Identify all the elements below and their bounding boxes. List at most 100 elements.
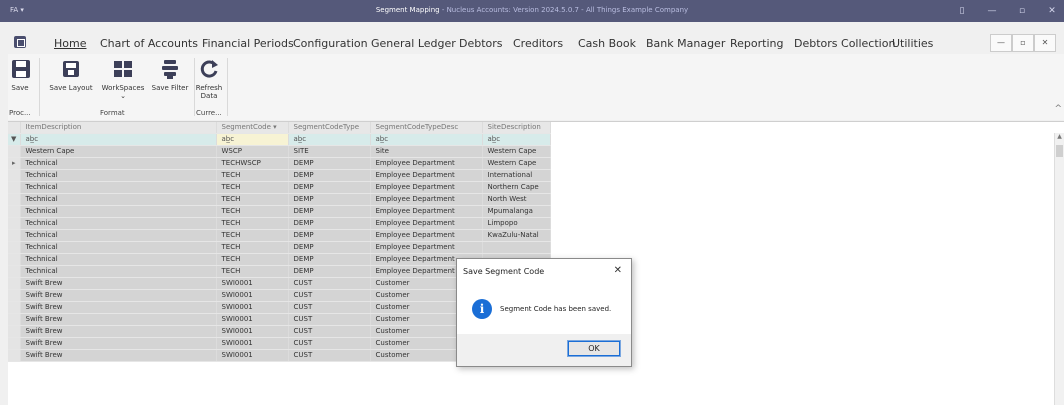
- cell-sitedescription[interactable]: Northern Cape: [482, 181, 551, 194]
- cell-sitedescription[interactable]: North West: [482, 193, 551, 206]
- cell-segmentcode[interactable]: TECH: [216, 169, 289, 182]
- menu-utilities[interactable]: Utilities: [892, 37, 933, 50]
- cell-segmentcodetypedesc[interactable]: Employee Department: [370, 169, 483, 182]
- cell-segmentcodetype[interactable]: DEMP: [288, 229, 371, 242]
- table-row[interactable]: Technical TECH DEMP Employee Department Inte…: [8, 169, 551, 182]
- table-row[interactable]: Technical TECH DEMP Employee Department Mpum…: [8, 205, 551, 218]
- table-row[interactable]: Technical TECH DEMP Employee Department Nort…: [8, 181, 551, 194]
- cell-segmentcode[interactable]: SWI0001: [216, 277, 289, 290]
- column-header-sitedescription[interactable]: SiteDescription: [482, 122, 551, 134]
- cell-segmentcodetype[interactable]: DEMP: [288, 169, 371, 182]
- row-indicator[interactable]: [8, 241, 21, 254]
- cell-itemdescription[interactable]: Swift Brew: [20, 349, 217, 362]
- cell-segmentcodetypedesc[interactable]: Employee Department: [370, 229, 483, 242]
- save-button[interactable]: Save: [10, 58, 30, 92]
- menu-debtors[interactable]: Debtors: [459, 37, 503, 50]
- row-indicator[interactable]: [8, 325, 21, 338]
- cell-segmentcodetypedesc[interactable]: Employee Department: [370, 241, 483, 254]
- menu-creditors[interactable]: Creditors: [513, 37, 563, 50]
- cell-itemdescription[interactable]: Technical: [20, 205, 217, 218]
- workspaces-button[interactable]: WorkSpaces ⌄: [99, 58, 147, 100]
- cell-segmentcodetypedesc[interactable]: Employee Department: [370, 193, 483, 206]
- menu-bank-manager[interactable]: Bank Manager: [646, 37, 725, 50]
- cell-segmentcode[interactable]: TECH: [216, 217, 289, 230]
- menu-home[interactable]: Home: [54, 37, 86, 50]
- filter-icon[interactable]: ▼: [8, 133, 21, 146]
- cell-segmentcodetype[interactable]: CUST: [288, 277, 371, 290]
- table-row[interactable]: Western Cape WSCP SITE Site Western Cape: [8, 145, 551, 158]
- document-minimize-button[interactable]: —: [990, 34, 1012, 52]
- menu-general-ledger[interactable]: General Ledger: [371, 37, 456, 50]
- row-indicator[interactable]: [8, 169, 21, 182]
- table-row[interactable]: ▸ Technical TECHWSCP DEMP Employee Departmen…: [8, 157, 551, 170]
- column-header-segmentcodetypedesc[interactable]: SegmentCodeTypeDesc: [370, 122, 483, 134]
- cell-segmentcodetypedesc[interactable]: Employee Department: [370, 157, 483, 170]
- cell-segmentcode[interactable]: SWI0001: [216, 325, 289, 338]
- cell-segmentcode[interactable]: WSCP: [216, 145, 289, 158]
- cell-sitedescription[interactable]: Western Cape: [482, 157, 551, 170]
- row-indicator[interactable]: [8, 217, 21, 230]
- window-extra-button[interactable]: ▯: [954, 3, 970, 19]
- cell-segmentcodetype[interactable]: DEMP: [288, 181, 371, 194]
- cell-itemdescription[interactable]: Swift Brew: [20, 301, 217, 314]
- cell-segmentcode[interactable]: TECH: [216, 193, 289, 206]
- row-indicator[interactable]: [8, 277, 21, 290]
- row-indicator[interactable]: [8, 349, 21, 362]
- menu-debtors-collection[interactable]: Debtors Collection: [794, 37, 895, 50]
- menu-reporting[interactable]: Reporting: [730, 37, 783, 50]
- menu-configuration[interactable]: Configuration: [293, 37, 368, 50]
- cell-sitedescription[interactable]: [482, 241, 551, 254]
- row-indicator[interactable]: [8, 301, 21, 314]
- row-indicator[interactable]: [8, 145, 21, 158]
- cell-segmentcodetypedesc[interactable]: Employee Department: [370, 205, 483, 218]
- cell-segmentcodetype[interactable]: DEMP: [288, 205, 371, 218]
- cell-itemdescription[interactable]: Technical: [20, 193, 217, 206]
- cell-itemdescription[interactable]: Technical: [20, 241, 217, 254]
- column-header-segmentcode[interactable]: SegmentCode ▾: [216, 122, 289, 134]
- cell-segmentcode[interactable]: TECH: [216, 205, 289, 218]
- cell-segmentcodetype[interactable]: DEMP: [288, 253, 371, 266]
- scrollbar-thumb[interactable]: [1056, 145, 1063, 157]
- cell-sitedescription[interactable]: KwaZulu-Natal: [482, 229, 551, 242]
- window-minimize-button[interactable]: —: [984, 3, 1000, 19]
- cell-segmentcodetypedesc[interactable]: Employee Department: [370, 181, 483, 194]
- row-indicator[interactable]: [8, 265, 21, 278]
- filter-cell-segmentcodetypedesc[interactable]: ab̲c: [370, 133, 483, 146]
- cell-sitedescription[interactable]: International: [482, 169, 551, 182]
- ok-button[interactable]: OK: [567, 340, 621, 357]
- cell-itemdescription[interactable]: Swift Brew: [20, 325, 217, 338]
- row-indicator[interactable]: ▸: [8, 157, 21, 170]
- column-header-segmentcodetype[interactable]: SegmentCodeType: [288, 122, 371, 134]
- save-layout-button[interactable]: Save Layout: [48, 58, 94, 92]
- document-close-button[interactable]: ✕: [1034, 34, 1056, 52]
- table-row[interactable]: Technical TECH DEMP Employee Department Nort…: [8, 193, 551, 206]
- cell-segmentcode[interactable]: TECHWSCP: [216, 157, 289, 170]
- cell-itemdescription[interactable]: Technical: [20, 229, 217, 242]
- row-indicator[interactable]: [8, 289, 21, 302]
- table-row[interactable]: Technical TECH DEMP Employee Department: [8, 241, 551, 254]
- column-header-itemdescription[interactable]: ItemDescription: [20, 122, 217, 134]
- cell-segmentcodetype[interactable]: DEMP: [288, 217, 371, 230]
- ribbon-collapse-button[interactable]: ^: [1054, 104, 1062, 114]
- row-indicator[interactable]: [8, 181, 21, 194]
- menu-financial-periods[interactable]: Financial Periods: [202, 37, 294, 50]
- cell-segmentcode[interactable]: TECH: [216, 181, 289, 194]
- cell-itemdescription[interactable]: Swift Brew: [20, 277, 217, 290]
- cell-segmentcodetype[interactable]: CUST: [288, 301, 371, 314]
- row-indicator[interactable]: [8, 253, 21, 266]
- filter-cell-sitedescription[interactable]: ab̲c: [482, 133, 551, 146]
- cell-sitedescription[interactable]: Western Cape: [482, 145, 551, 158]
- cell-segmentcodetype[interactable]: CUST: [288, 289, 371, 302]
- cell-segmentcode[interactable]: SWI0001: [216, 313, 289, 326]
- cell-itemdescription[interactable]: Swift Brew: [20, 337, 217, 350]
- cell-segmentcode[interactable]: TECH: [216, 265, 289, 278]
- cell-sitedescription[interactable]: Limpopo: [482, 217, 551, 230]
- cell-segmentcodetypedesc[interactable]: Employee Department: [370, 217, 483, 230]
- cell-itemdescription[interactable]: Swift Brew: [20, 313, 217, 326]
- cell-segmentcodetype[interactable]: SITE: [288, 145, 371, 158]
- row-indicator[interactable]: [8, 205, 21, 218]
- filter-cell-segmentcodetype[interactable]: ab̲c: [288, 133, 371, 146]
- cell-itemdescription[interactable]: Technical: [20, 265, 217, 278]
- filter-cell-segmentcode[interactable]: ab̲c: [216, 133, 289, 146]
- cell-segmentcode[interactable]: SWI0001: [216, 337, 289, 350]
